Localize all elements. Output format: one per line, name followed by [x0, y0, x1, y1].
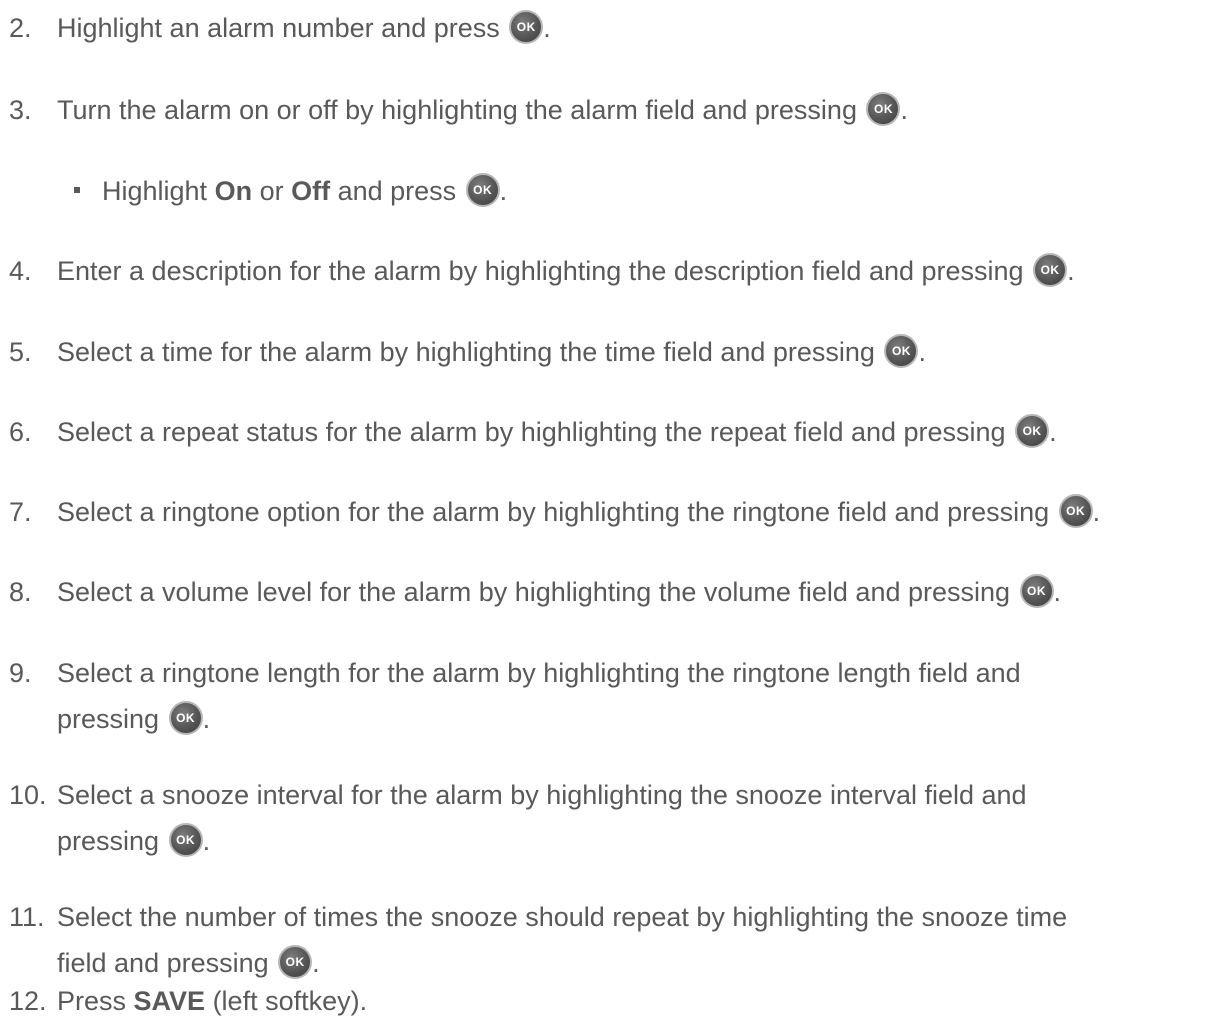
step-11: 11. Select the number of times the snooze… [9, 894, 1067, 986]
step-text: Select a repeat status for the alarm by … [57, 417, 1006, 447]
step-text: Select a ringtone option for the alarm b… [57, 497, 1050, 527]
step-text: (left softkey). [205, 986, 368, 1016]
ok-key-icon: OK [465, 172, 500, 207]
step-number: 3. [9, 95, 32, 125]
step-number: 6. [9, 417, 32, 447]
step-text: Select the number of times the snooze sh… [57, 902, 1068, 932]
step-period: . [312, 948, 320, 978]
step-text: Enter a description for the alarm by hig… [57, 256, 1024, 286]
option-off: Off [291, 176, 331, 206]
option-on: On [214, 176, 253, 206]
step-number: 5. [9, 337, 32, 367]
bullet-text: Highlight [102, 176, 215, 206]
bullet-icon [74, 186, 80, 193]
step-period: . [202, 826, 211, 856]
ok-key-icon: OK [1019, 573, 1054, 608]
step-text: pressing [57, 704, 160, 734]
step-period: . [1053, 577, 1062, 607]
step-6: 6. Select a repeat status for the alarm b… [9, 409, 1057, 455]
ok-key-icon: OK [278, 944, 313, 979]
step-period: . [1092, 497, 1101, 527]
step-period: . [499, 176, 508, 206]
step-text: Select a time for the alarm by highlight… [57, 337, 875, 367]
ok-key-icon: OK [1033, 252, 1068, 287]
step-text: pressing [57, 826, 160, 856]
step-text: Select a volume level for the alarm by h… [57, 577, 1011, 607]
step-period: . [1067, 256, 1075, 286]
step-8: 8. Select a volume level for the alarm by… [9, 569, 1061, 615]
step-4: 4. Enter a description for the alarm by h… [9, 248, 1075, 294]
step-number: 11. [9, 902, 45, 932]
ok-key-icon: OK [168, 822, 203, 857]
ok-key-icon: OK [866, 91, 901, 126]
step-continuation: pressing OK. [9, 696, 1021, 742]
step-5: 5. Select a time for the alarm by highlig… [9, 329, 926, 375]
step-number: 4. [9, 256, 32, 286]
step-number: 7. [9, 497, 32, 527]
step-number: 8. [9, 577, 32, 607]
step-text: Press [57, 986, 134, 1016]
step-3: 3. Turn the alarm on or off by highlighti… [9, 87, 908, 133]
step-period: . [900, 95, 908, 125]
ok-key-icon: OK [509, 9, 544, 44]
bullet-text: or [252, 176, 292, 206]
step-7: 7. Select a ringtone option for the alarm… [9, 489, 1100, 535]
ok-key-icon: OK [1058, 493, 1093, 528]
step-number: 12. [9, 986, 47, 1016]
step-text: field and pressing [57, 948, 269, 978]
step-number: 2. [9, 13, 32, 43]
step-period: . [202, 704, 211, 734]
step-text: Select a ringtone length for the alarm b… [57, 658, 1021, 688]
bullet-text: and press [330, 176, 457, 206]
ok-key-icon: OK [884, 333, 919, 368]
step-9: 9. Select a ringtone length for the alarm… [9, 650, 1021, 742]
ok-key-icon: OK [1015, 413, 1050, 448]
step-text: Highlight an alarm number and press [57, 13, 500, 43]
ok-key-icon: OK [168, 700, 203, 735]
save-softkey-label: SAVE [133, 986, 206, 1016]
step-text: Turn the alarm on or off by highlighting… [57, 95, 857, 125]
step-text: Select a snooze interval for the alarm b… [57, 780, 1027, 810]
step-number: 10. [9, 780, 47, 810]
step-period: . [1049, 417, 1057, 447]
step-period: . [918, 337, 926, 367]
step-12: 12. Press SAVE (left softkey). [9, 978, 367, 1024]
step-2: 2. Highlight an alarm number and press OK… [9, 5, 551, 51]
step-10: 10. Select a snooze interval for the alar… [9, 772, 1027, 864]
step-3-bullet: Highlight On or Off and press OK. [74, 168, 507, 214]
step-period: . [543, 13, 551, 43]
step-number: 9. [9, 658, 32, 688]
step-continuation: pressing OK. [9, 818, 1027, 864]
